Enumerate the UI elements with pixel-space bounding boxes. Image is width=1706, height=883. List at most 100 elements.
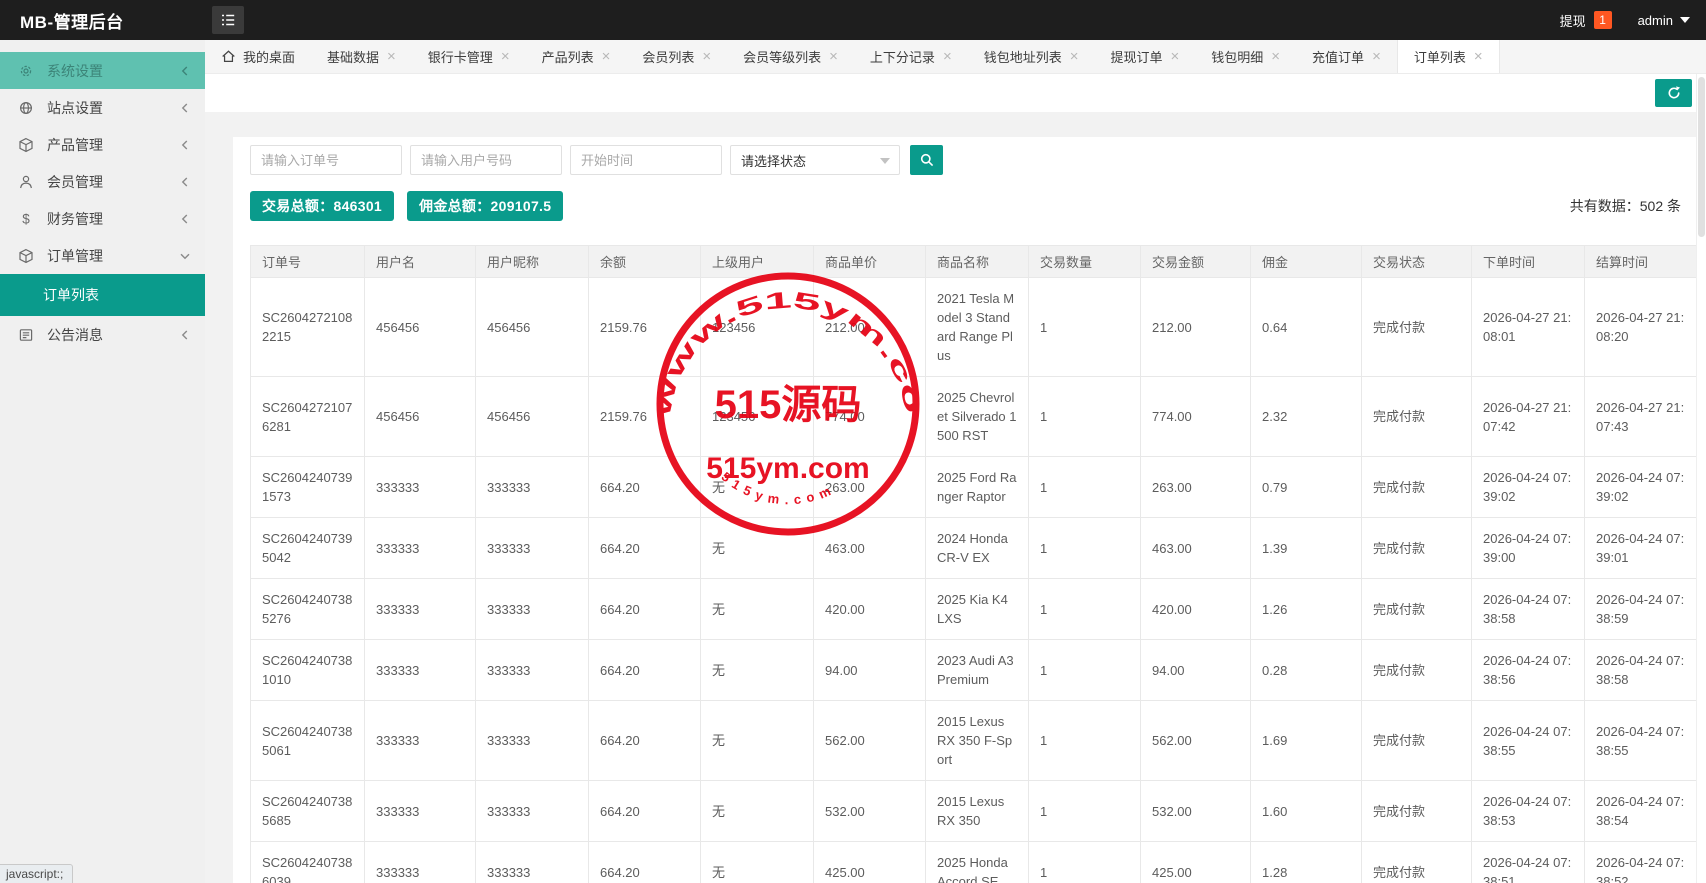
start-time-input[interactable] xyxy=(570,145,722,175)
sidebar-item-system-settings[interactable]: 系统设置 xyxy=(0,52,205,89)
tab-label: 钱包地址列表 xyxy=(984,47,1062,66)
column-header: 交易金额 xyxy=(1141,246,1251,278)
tab-close-icon[interactable]: × xyxy=(1474,49,1483,64)
table-cell: 664.20 xyxy=(589,640,701,701)
chevron-left-icon xyxy=(179,213,191,225)
column-header: 下单时间 xyxy=(1472,246,1585,278)
user-no-input[interactable] xyxy=(410,145,562,175)
table-cell: 456456 xyxy=(476,278,589,377)
table-cell: 2026-04-24 07:38:55 xyxy=(1472,701,1585,781)
tab-close-icon[interactable]: × xyxy=(702,49,711,64)
table-cell: 1 xyxy=(1029,278,1141,377)
table-row: SC26042407395042333333333333664.20无463.0… xyxy=(251,518,1697,579)
table-cell: 0.79 xyxy=(1251,457,1362,518)
tab-close-icon[interactable]: × xyxy=(943,49,952,64)
user-menu[interactable]: admin xyxy=(1638,13,1690,28)
sidebar-item-notice-message[interactable]: 公告消息 xyxy=(0,316,205,353)
table-cell: 212.00 xyxy=(1141,278,1251,377)
table-cell: 420.00 xyxy=(814,579,926,640)
sidebar-item-label: 系统设置 xyxy=(47,61,179,81)
table-cell: 0.64 xyxy=(1251,278,1362,377)
chevron-down-icon xyxy=(179,250,191,262)
sidebar-item-product-management[interactable]: 产品管理 xyxy=(0,126,205,163)
tab-desktop[interactable]: 我的桌面 xyxy=(205,40,311,73)
column-header: 用户昵称 xyxy=(476,246,589,278)
tab-product-list[interactable]: 产品列表× xyxy=(526,40,627,73)
table-cell: 333333 xyxy=(476,781,589,842)
tab-close-icon[interactable]: × xyxy=(501,49,510,64)
table-cell: 2015 Lexus RX 350 F-Sport xyxy=(926,701,1029,781)
trade-total-badge: 交易总额：846301 xyxy=(250,191,394,221)
table-cell: 562.00 xyxy=(1141,701,1251,781)
sidebar-menu: 系统设置站点设置产品管理会员管理$财务管理订单管理订单列表公告消息 xyxy=(0,52,205,353)
tab-label: 银行卡管理 xyxy=(428,47,493,66)
table-cell: 1.28 xyxy=(1251,842,1362,883)
tab-wallet-address-list[interactable]: 钱包地址列表 × xyxy=(968,40,1095,73)
sidebar-item-order-management[interactable]: 订单管理 xyxy=(0,237,205,274)
tab-basic-data[interactable]: 基础数据 × xyxy=(311,40,412,73)
sidebar-subitem-order-list[interactable]: 订单列表 xyxy=(0,274,205,316)
orders-card: 请选择状态 交易总额：846301 佣金总额：209107.5 共有数据：502… xyxy=(233,137,1696,883)
total-count: 共有数据：502 条 xyxy=(1570,196,1681,216)
tab-close-icon[interactable]: × xyxy=(1271,49,1280,64)
tab-close-icon[interactable]: × xyxy=(602,49,611,64)
table-cell: 1.69 xyxy=(1251,701,1362,781)
table-cell: 2026-04-24 07:39:02 xyxy=(1585,457,1697,518)
table-cell: 212.00 xyxy=(814,278,926,377)
tab-withdraw-orders[interactable]: 提现订单× xyxy=(1094,40,1195,73)
table-cell: 333333 xyxy=(365,640,476,701)
app-title: MB-管理后台 xyxy=(0,8,185,33)
table-cell: 664.20 xyxy=(589,457,701,518)
table-cell: 2026-04-27 21:08:20 xyxy=(1585,278,1697,377)
tab-label: 基础数据 xyxy=(327,47,379,66)
tab-close-icon[interactable]: × xyxy=(1372,49,1381,64)
tab-member-list[interactable]: 会员列表× xyxy=(626,40,727,73)
sidebar-item-site-settings[interactable]: 站点设置 xyxy=(0,89,205,126)
scrollbar-thumb[interactable] xyxy=(1698,77,1705,237)
chevron-down-icon xyxy=(880,158,890,164)
status-tooltip: javascript:; xyxy=(0,864,73,883)
chevron-left-icon xyxy=(179,65,191,77)
order-no-input[interactable] xyxy=(250,145,402,175)
status-select[interactable]: 请选择状态 xyxy=(730,145,900,175)
table-cell: 1 xyxy=(1029,457,1141,518)
table-cell: 664.20 xyxy=(589,518,701,579)
table-cell: 0.28 xyxy=(1251,640,1362,701)
tab-close-icon[interactable]: × xyxy=(1070,49,1079,64)
refresh-icon xyxy=(1666,85,1682,101)
table-cell: 333333 xyxy=(476,842,589,883)
table-cell: 123456 xyxy=(701,278,814,377)
table-cell: 1 xyxy=(1029,842,1141,883)
tab-bar: 我的桌面基础数据×银行卡管理×产品列表×会员列表×会员等级列表×上下分记录×钱包… xyxy=(205,40,1706,74)
refresh-button[interactable] xyxy=(1655,79,1692,107)
sidebar-item-label: 财务管理 xyxy=(47,209,179,229)
column-header: 余额 xyxy=(589,246,701,278)
table-cell: 2026-04-24 07:38:53 xyxy=(1472,781,1585,842)
table-cell: 774.00 xyxy=(1141,377,1251,457)
sidebar-item-member-management[interactable]: 会员管理 xyxy=(0,163,205,200)
table-cell: 1 xyxy=(1029,518,1141,579)
search-button[interactable] xyxy=(910,145,943,175)
tab-order-list[interactable]: 订单列表× xyxy=(1397,40,1500,73)
table-row: SC26042407385685333333333333664.20无532.0… xyxy=(251,781,1697,842)
tab-bank-card[interactable]: 银行卡管理 × xyxy=(412,40,526,73)
tab-close-icon[interactable]: × xyxy=(387,49,396,64)
tab-wallet-details[interactable]: 钱包明细× xyxy=(1195,40,1296,73)
tab-recharge-orders[interactable]: 充值订单× xyxy=(1296,40,1397,73)
table-cell: 664.20 xyxy=(589,701,701,781)
table-cell: 2025 Ford Ranger Raptor xyxy=(926,457,1029,518)
menu-toggle-button[interactable] xyxy=(212,6,244,34)
tab-member-level-list[interactable]: 会员等级列表× xyxy=(727,40,854,73)
tab-updown-records[interactable]: 上下分记录× xyxy=(854,40,968,73)
tab-close-icon[interactable]: × xyxy=(829,49,838,64)
tab-close-icon[interactable]: × xyxy=(1171,49,1180,64)
username: admin xyxy=(1638,13,1673,28)
toolbar xyxy=(205,74,1706,112)
table-cell: 456456 xyxy=(365,278,476,377)
sidebar-item-finance-management[interactable]: $财务管理 xyxy=(0,200,205,237)
withdraw-shortcut[interactable]: 提现 1 xyxy=(1560,11,1612,30)
table-cell: 425.00 xyxy=(1141,842,1251,883)
table-cell: 94.00 xyxy=(1141,640,1251,701)
page-scrollbar[interactable] xyxy=(1696,74,1706,883)
table-cell: 664.20 xyxy=(589,842,701,883)
